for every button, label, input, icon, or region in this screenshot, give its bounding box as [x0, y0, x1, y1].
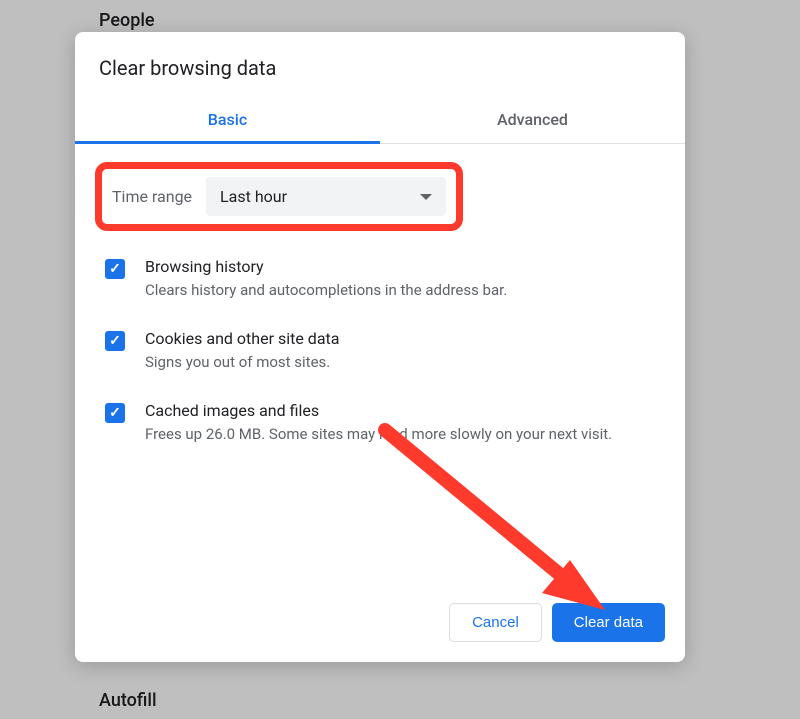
- item-description: Signs you out of most sites.: [145, 352, 661, 373]
- checkbox-list: ✓ Browsing history Clears history and au…: [99, 257, 661, 445]
- tab-advanced[interactable]: Advanced: [380, 96, 685, 143]
- time-range-dropdown[interactable]: Last hour: [206, 177, 446, 216]
- checkbox-text: Browsing history Clears history and auto…: [145, 257, 661, 301]
- item-description: Frees up 26.0 MB. Some sites may load mo…: [145, 424, 661, 445]
- dialog-tabs: Basic Advanced: [75, 96, 685, 144]
- tab-basic[interactable]: Basic: [75, 96, 380, 143]
- checkbox-browsing-history[interactable]: ✓: [105, 259, 125, 279]
- annotation-highlight-box: Time range Last hour: [95, 162, 463, 231]
- dialog-footer: Cancel Clear data: [75, 587, 685, 662]
- clear-data-button-label: Clear data: [574, 614, 643, 631]
- clear-browsing-data-dialog: Clear browsing data Basic Advanced Time …: [75, 32, 685, 662]
- tab-basic-label: Basic: [208, 110, 247, 129]
- chevron-down-icon: [420, 194, 432, 200]
- check-icon: ✓: [109, 405, 121, 421]
- dialog-title: Clear browsing data: [75, 32, 685, 96]
- checkbox-cache[interactable]: ✓: [105, 403, 125, 423]
- check-icon: ✓: [109, 333, 121, 349]
- item-title: Cached images and files: [145, 401, 661, 420]
- item-title: Cookies and other site data: [145, 329, 661, 348]
- item-description: Clears history and autocompletions in th…: [145, 280, 661, 301]
- checkbox-text: Cached images and files Frees up 26.0 MB…: [145, 401, 661, 445]
- time-range-value: Last hour: [220, 187, 287, 206]
- time-range-label: Time range: [112, 187, 192, 206]
- item-title: Browsing history: [145, 257, 661, 276]
- check-icon: ✓: [109, 261, 121, 277]
- checkbox-item-cache: ✓ Cached images and files Frees up 26.0 …: [99, 401, 661, 445]
- checkbox-cookies[interactable]: ✓: [105, 331, 125, 351]
- clear-data-button[interactable]: Clear data: [552, 603, 665, 642]
- dialog-body: Time range Last hour ✓ Browsing history …: [75, 144, 685, 587]
- checkbox-item-cookies: ✓ Cookies and other site data Signs you …: [99, 329, 661, 373]
- tab-advanced-label: Advanced: [497, 110, 568, 129]
- checkbox-text: Cookies and other site data Signs you ou…: [145, 329, 661, 373]
- cancel-button-label: Cancel: [472, 614, 519, 631]
- cancel-button[interactable]: Cancel: [449, 603, 542, 642]
- checkbox-item-browsing-history: ✓ Browsing history Clears history and au…: [99, 257, 661, 301]
